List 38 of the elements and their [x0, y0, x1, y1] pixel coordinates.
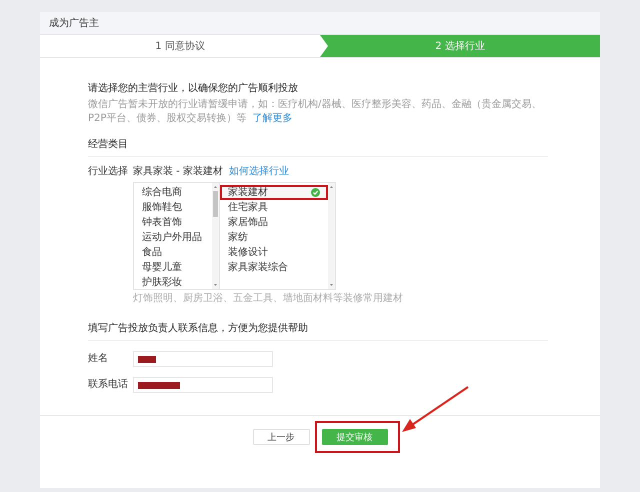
page-title: 成为广告主 — [40, 12, 600, 35]
intro-note: 微信广告暂未开放的行业请暂缓申请，如：医疗机构/器械、医疗整形美容、药品、金融（贵金属交易、P2P平台、债券、股权交易转换）等 了解更多 — [88, 98, 542, 126]
category-item[interactable]: 食品 — [134, 245, 212, 260]
category-item[interactable]: 母婴儿童 — [134, 260, 212, 275]
category-item[interactable]: 护肤彩妆 — [134, 275, 212, 290]
input-field[interactable] — [133, 351, 273, 367]
subcategory-label: 家纺 — [228, 230, 248, 245]
category-item[interactable]: 钟表首饰 — [134, 215, 212, 230]
check-icon — [311, 188, 320, 197]
subcategory-label: 装修设计 — [228, 246, 268, 260]
subcategory-label: 家居饰品 — [228, 216, 268, 230]
subcategory-item[interactable]: 家具家装综合 — [220, 260, 328, 275]
category-item[interactable]: 综合电商 — [134, 185, 212, 200]
intro-heading: 请选择您的主营行业，以确保您的广告顺利投放 — [88, 82, 299, 96]
subcategory-label: 家具家装综合 — [228, 260, 288, 275]
help-link[interactable]: 如何选择行业 — [228, 165, 289, 179]
subcategory-item[interactable]: 装修设计 — [220, 245, 328, 260]
category-hint: 灯饰照明、厨房卫浴、五金工具、墙地面材料等装修常用建材 — [133, 292, 403, 306]
learn-more-link[interactable]: 了解更多 — [252, 113, 292, 124]
section-title: 填写广告投放负责人联系信息，方便为您提供帮助 — [88, 322, 548, 341]
subcategory-item[interactable]: 家装建材 — [220, 185, 328, 200]
step-tab[interactable]: 1 同意协议 — [40, 35, 320, 57]
field-label: 联系电话 — [88, 378, 129, 392]
input-field[interactable] — [133, 377, 273, 393]
subcategory-item[interactable]: 家纺 — [220, 230, 328, 245]
back-button[interactable]: 上一步 — [252, 429, 310, 445]
subcategory-label: 家装建材 — [228, 186, 268, 200]
scrollbar[interactable] — [212, 183, 219, 289]
field-label: 行业选择 — [88, 165, 129, 179]
selected-category: 家具家装 - 家装建材 — [133, 165, 223, 179]
section-title: 经营类目 — [88, 138, 548, 157]
subcategory-item[interactable]: 家居饰品 — [220, 215, 328, 230]
subcategory-item[interactable]: 住宅家具 — [220, 200, 328, 215]
subcategory-label: 住宅家具 — [228, 200, 268, 215]
category-item[interactable]: 运动户外用品 — [134, 230, 212, 245]
field-label: 姓名 — [88, 352, 109, 366]
scrollbar[interactable] — [328, 183, 335, 289]
category-item[interactable]: 服饰鞋包 — [134, 200, 212, 215]
